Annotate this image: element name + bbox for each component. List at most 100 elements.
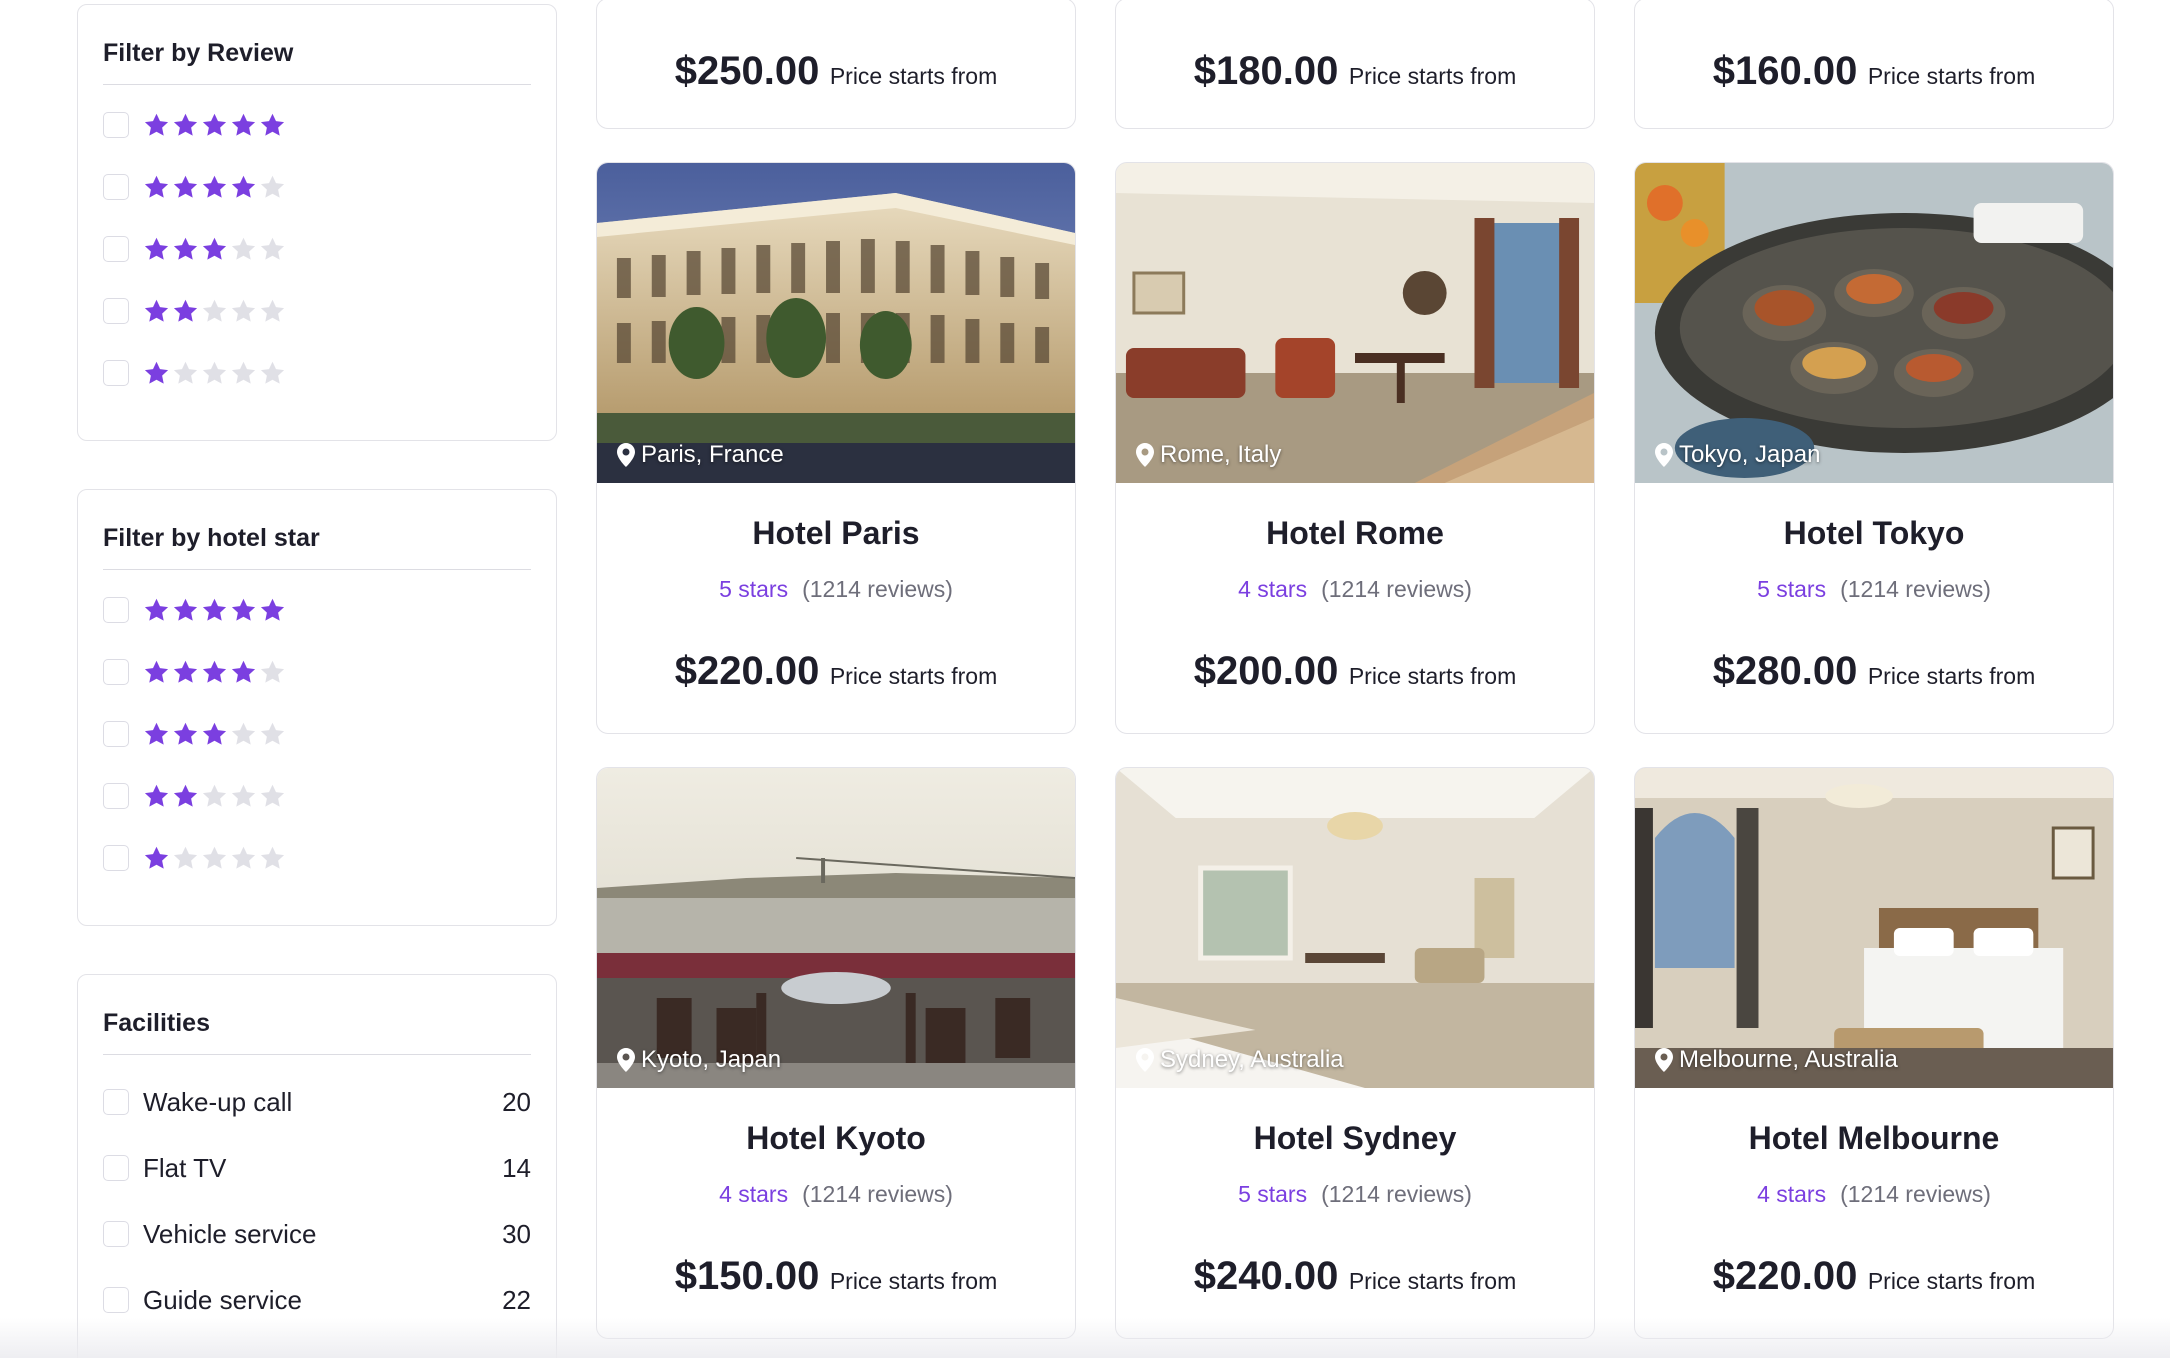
star-filled-icon	[173, 299, 198, 322]
hotel-photo[interactable]: Rome, Italy	[1116, 163, 1594, 483]
filter-hotel-star-title: Filter by hotel star	[103, 490, 531, 570]
hotel-photo[interactable]: Sydney, Australia	[1116, 768, 1594, 1088]
hotel-stars-text: 5 stars	[719, 576, 789, 602]
hotel-name[interactable]: Hotel Melbourne	[1635, 1120, 2113, 1157]
hotel-star-option-4-stars[interactable]	[103, 641, 531, 703]
price-value: $160.00	[1712, 49, 1858, 93]
review-checkbox[interactable]	[103, 298, 129, 324]
price-line: $220.00 Price starts from	[1635, 1254, 2113, 1299]
hotel-name[interactable]: Hotel Tokyo	[1635, 515, 2113, 552]
hotel-photo[interactable]: Kyoto, Japan	[597, 768, 1075, 1088]
star-filled-icon	[202, 113, 227, 136]
price-note: Price starts from	[1867, 1268, 2036, 1294]
price-value: $180.00	[1193, 49, 1339, 93]
review-option-4-stars[interactable]	[103, 156, 531, 218]
hotel-stars-text: 5 stars	[1238, 1181, 1308, 1207]
hotel-star-checkbox[interactable]	[103, 721, 129, 747]
review-option-3-stars[interactable]	[103, 218, 531, 280]
hotel-star-checkbox[interactable]	[103, 845, 129, 871]
facility-checkbox[interactable]	[103, 1287, 129, 1313]
price-value: $200.00	[1193, 649, 1339, 693]
star-filled-icon	[202, 660, 227, 683]
facilities-panel: Facilities Wake-up call 20 Flat TV 14 Ve…	[77, 974, 557, 1358]
hotel-star-option-2-stars[interactable]	[103, 765, 531, 827]
star-filled-icon	[173, 113, 198, 136]
hotel-card[interactable]: Sydney, Australia Hotel Sydney 5 stars (1…	[1115, 767, 1595, 1339]
hotel-star-options	[103, 570, 531, 889]
hotel-location-label: Sydney, Australia	[1160, 1046, 1344, 1073]
hotel-name[interactable]: Hotel Kyoto	[597, 1120, 1075, 1157]
star-rating	[143, 783, 286, 810]
facility-count: 22	[502, 1284, 531, 1315]
hotel-card[interactable]: $160.00 Price starts from	[1634, 0, 2114, 129]
hotel-photo[interactable]: Paris, France	[597, 163, 1075, 483]
hotel-card[interactable]: Tokyo, Japan Hotel Tokyo 5 stars (1214 re…	[1634, 162, 2114, 734]
review-options	[103, 85, 531, 404]
price-value: $240.00	[1193, 1254, 1339, 1298]
star-rating	[143, 112, 286, 139]
location-pin-icon	[1136, 1048, 1154, 1072]
hotel-name[interactable]: Hotel Sydney	[1116, 1120, 1594, 1157]
hotel-name[interactable]: Hotel Rome	[1116, 515, 1594, 552]
star-filled-icon	[202, 175, 227, 198]
hotel-star-checkbox[interactable]	[103, 783, 129, 809]
facility-count: 30	[502, 1218, 531, 1249]
star-empty-icon	[231, 361, 256, 384]
location-pin-icon	[617, 443, 635, 467]
star-empty-icon	[260, 237, 285, 260]
facility-item[interactable]: Vehicle service 30	[103, 1201, 531, 1267]
hotel-star-option-1-stars[interactable]	[103, 827, 531, 889]
hotel-photo[interactable]: Tokyo, Japan	[1635, 163, 2113, 483]
facility-checkbox[interactable]	[103, 1089, 129, 1115]
review-checkbox[interactable]	[103, 236, 129, 262]
facility-item[interactable]: Flat TV 14	[103, 1135, 531, 1201]
price-note: Price starts from	[1348, 63, 1517, 89]
star-empty-icon	[202, 784, 227, 807]
hotel-stars-text: 5 stars	[1757, 576, 1827, 602]
hotel-star-checkbox[interactable]	[103, 597, 129, 623]
hotel-card[interactable]: Kyoto, Japan Hotel Kyoto 4 stars (1214 re…	[596, 767, 1076, 1339]
hotel-star-option-3-stars[interactable]	[103, 703, 531, 765]
facility-checkbox[interactable]	[103, 1155, 129, 1181]
star-empty-icon	[202, 361, 227, 384]
price-line: $180.00 Price starts from	[1116, 49, 1594, 94]
star-empty-icon	[231, 722, 256, 745]
hotel-card[interactable]: $250.00 Price starts from	[596, 0, 1076, 129]
hotel-location: Sydney, Australia	[1136, 1046, 1344, 1074]
facility-label: Wake-up call	[143, 1086, 293, 1117]
hotel-card[interactable]: $180.00 Price starts from	[1115, 0, 1595, 129]
price-note: Price starts from	[1867, 663, 2036, 689]
facility-count: 20	[502, 1086, 531, 1117]
price-note: Price starts from	[1348, 663, 1517, 689]
hotel-card[interactable]: Melbourne, Australia Hotel Melbourne 4 s…	[1634, 767, 2114, 1339]
star-filled-icon	[173, 175, 198, 198]
review-checkbox[interactable]	[103, 174, 129, 200]
hotel-card[interactable]: Rome, Italy Hotel Rome 4 stars (1214 revi…	[1115, 162, 1595, 734]
hotel-photo[interactable]: Melbourne, Australia	[1635, 768, 2113, 1088]
star-filled-icon	[260, 598, 285, 621]
price-line: $150.00 Price starts from	[597, 1254, 1075, 1299]
star-rating	[143, 360, 286, 387]
facility-checkbox[interactable]	[103, 1221, 129, 1247]
review-checkbox[interactable]	[103, 112, 129, 138]
hotel-name[interactable]: Hotel Paris	[597, 515, 1075, 552]
location-pin-icon	[1655, 443, 1673, 467]
review-option-1-stars[interactable]	[103, 342, 531, 404]
star-filled-icon	[144, 237, 169, 260]
review-option-5-stars[interactable]	[103, 94, 531, 156]
review-option-2-stars[interactable]	[103, 280, 531, 342]
hotel-star-checkbox[interactable]	[103, 659, 129, 685]
hotel-star-option-5-stars[interactable]	[103, 579, 531, 641]
star-empty-icon	[231, 299, 256, 322]
hotel-location-label: Kyoto, Japan	[641, 1046, 782, 1073]
hotel-card[interactable]: Paris, France Hotel Paris 5 stars (1214 r…	[596, 162, 1076, 734]
facility-item[interactable]: Guide service 22	[103, 1267, 531, 1333]
facility-item[interactable]: Wake-up call 20	[103, 1069, 531, 1135]
price-note: Price starts from	[829, 63, 998, 89]
hotel-reviews-count: (1214 reviews)	[1321, 576, 1472, 602]
review-checkbox[interactable]	[103, 360, 129, 386]
star-filled-icon	[173, 660, 198, 683]
hotel-stars-text: 4 stars	[719, 1181, 789, 1207]
location-pin-icon	[1136, 443, 1154, 467]
facilities-title: Facilities	[103, 975, 531, 1055]
